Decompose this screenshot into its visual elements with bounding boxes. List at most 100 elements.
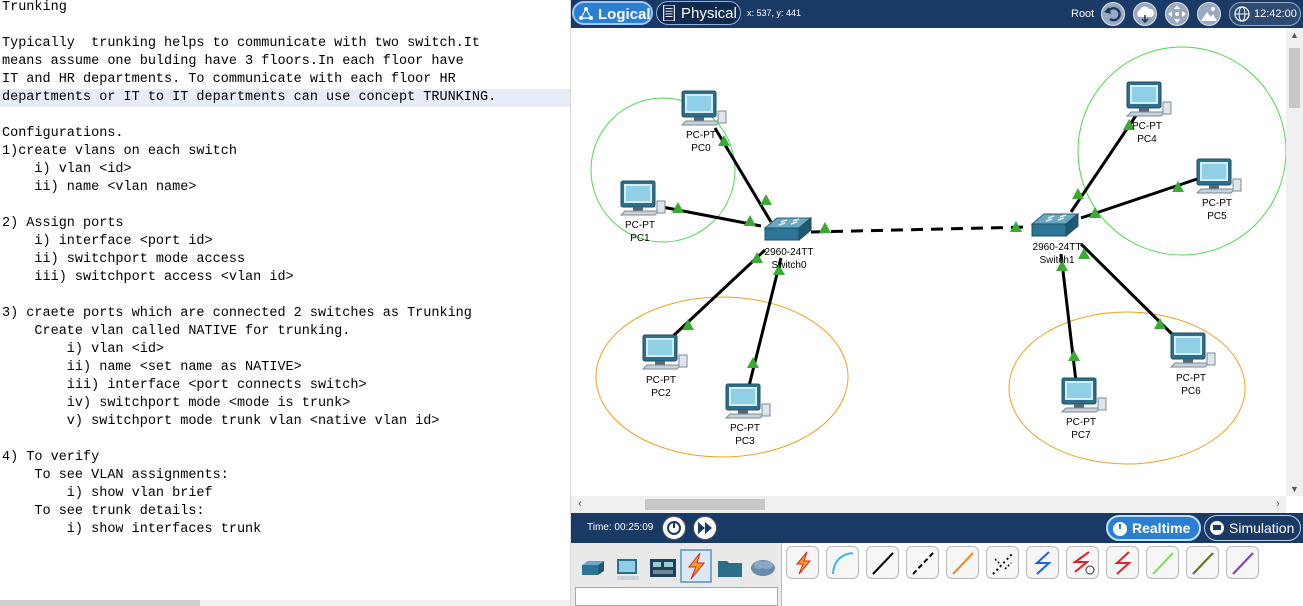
pc2[interactable] xyxy=(642,334,688,370)
cursor-coordinates: x: 537, y: 441 xyxy=(747,8,802,18)
pc6-type-label: PC-PT xyxy=(1176,373,1206,384)
pc4[interactable] xyxy=(1126,81,1172,117)
scroll-down-arrow-icon[interactable]: ▼ xyxy=(1286,482,1303,496)
set-background-icon[interactable] xyxy=(1197,2,1221,26)
copper-cross-over-icon[interactable] xyxy=(906,546,939,579)
pc1[interactable] xyxy=(620,180,666,216)
pc4-type-label: PC-PT xyxy=(1132,121,1162,132)
pc-icon xyxy=(1170,332,1216,368)
scroll-left-arrow-icon[interactable]: ‹ xyxy=(573,496,587,513)
hr-group-ellipse xyxy=(1008,311,1246,465)
pc-icon xyxy=(642,334,688,370)
pc0-name-label: PC0 xyxy=(691,143,711,154)
notes-line: Typically trunking helps to communicate … xyxy=(2,36,480,51)
link-up-indicator xyxy=(760,194,772,205)
scroll-thumb[interactable] xyxy=(645,499,765,510)
fast-forward-icon xyxy=(698,522,712,534)
globe-icon xyxy=(1234,6,1250,22)
pc-icon xyxy=(681,90,727,126)
notes-line: To see trunk details: xyxy=(2,504,205,519)
pc3-type-label: PC-PT xyxy=(730,423,760,434)
scroll-right-arrow-icon[interactable]: › xyxy=(1271,496,1285,513)
pc7[interactable] xyxy=(1061,377,1107,413)
realtime-label: Realtime xyxy=(1132,520,1191,536)
pc-icon xyxy=(1196,158,1242,194)
switch1-name-label: Switch1 xyxy=(1039,255,1074,266)
pc3-name-label: PC3 xyxy=(735,436,755,447)
link-trunk-switch0-switch1[interactable] xyxy=(810,225,1030,234)
pc0[interactable] xyxy=(681,90,727,126)
it-group-circle xyxy=(1077,46,1286,256)
notes-pane[interactable]: Trunking Typically trunking helps to com… xyxy=(0,0,571,606)
switch0-name-label: Switch0 xyxy=(771,260,806,271)
pc6-name-label: PC6 xyxy=(1181,386,1201,397)
device-subcategory-list[interactable] xyxy=(575,587,778,606)
link-pc7-switch1[interactable] xyxy=(1059,253,1079,391)
notes-line: iv) switchport mode <mode is trunk> xyxy=(2,396,351,411)
fast-forward-button[interactable] xyxy=(693,516,717,540)
coaxial-cable-icon[interactable] xyxy=(1026,546,1059,579)
it-group-circle xyxy=(590,97,736,243)
pc5-name-label: PC5 xyxy=(1207,211,1227,222)
topology-diagram[interactable]: 2960-24TT Switch0 2960-24TT Switch1 PC-P… xyxy=(571,28,1286,496)
switch1[interactable] xyxy=(1031,213,1079,237)
logical-workspace[interactable]: 2960-24TT Switch0 2960-24TT Switch1 PC-P… xyxy=(571,28,1286,496)
notes-line: 2) Assign ports xyxy=(2,216,124,231)
notes-line: Configurations. xyxy=(2,126,124,141)
scroll-thumb[interactable] xyxy=(0,600,200,606)
device-palette xyxy=(571,543,1303,606)
notes-line: iii) switchport access <vlan id> xyxy=(2,270,294,285)
realtime-mode-button[interactable]: Realtime xyxy=(1106,515,1201,541)
serial-dte-icon[interactable] xyxy=(1106,546,1139,579)
serial-dce-icon[interactable] xyxy=(1066,546,1099,579)
notes-line: To see VLAN assignments: xyxy=(2,468,229,483)
notes-line: i) vlan <id> xyxy=(2,342,165,357)
link-pc3-switch0[interactable] xyxy=(746,257,783,391)
cluster-icon[interactable] xyxy=(1133,2,1157,26)
link-pc5-switch1[interactable] xyxy=(1080,175,1204,220)
phone-cable-icon[interactable] xyxy=(986,546,1019,579)
physical-tab[interactable]: Physical xyxy=(656,1,741,25)
link-up-indicator xyxy=(1068,350,1080,361)
scroll-thumb[interactable] xyxy=(1289,48,1300,108)
notes-line: ii) switchport mode access xyxy=(2,252,246,267)
workspace-horizontal-scrollbar[interactable]: ‹ › xyxy=(571,496,1286,513)
time-bar: Time: 00:25:09 Realtime Simulation xyxy=(571,513,1303,543)
move-object-icon[interactable] xyxy=(1165,2,1189,26)
pc5[interactable] xyxy=(1196,158,1242,194)
back-icon[interactable] xyxy=(1101,2,1125,26)
pc1-name-label: PC1 xyxy=(630,233,650,244)
pc7-type-label: PC-PT xyxy=(1066,417,1096,428)
simulation-mode-button[interactable]: Simulation xyxy=(1204,515,1301,541)
simulation-icon xyxy=(1210,521,1224,535)
usb-cable-icon[interactable] xyxy=(1226,546,1259,579)
power-cycle-button[interactable] xyxy=(662,516,686,540)
pc1-type-label: PC-PT xyxy=(625,220,655,231)
network-devices-icon[interactable] xyxy=(578,551,608,583)
copper-straight-through-icon[interactable] xyxy=(866,546,899,579)
components-icon[interactable] xyxy=(648,551,678,583)
scroll-up-arrow-icon[interactable]: ▲ xyxy=(1286,28,1303,42)
iot-custom-cable-icon[interactable] xyxy=(1186,546,1219,579)
fiber-icon[interactable] xyxy=(946,546,979,579)
workspace-vertical-scrollbar[interactable]: ▲ ▼ xyxy=(1286,28,1303,496)
miscellaneous-icon[interactable] xyxy=(715,551,745,583)
pc7-name-label: PC7 xyxy=(1071,430,1091,441)
pc6[interactable] xyxy=(1170,332,1216,368)
pc-icon xyxy=(620,180,666,216)
connections-icon[interactable] xyxy=(680,549,712,583)
power-cycle-icon xyxy=(667,521,681,535)
octal-cable-icon[interactable] xyxy=(1146,546,1179,579)
console-cable-icon[interactable] xyxy=(826,546,859,579)
multiuser-icon[interactable] xyxy=(748,551,778,583)
notes-horizontal-scrollbar[interactable] xyxy=(0,600,570,606)
automatic-connection-icon[interactable] xyxy=(786,546,819,579)
connection-types xyxy=(781,543,1303,606)
pc3[interactable] xyxy=(725,383,771,419)
notes-line: 3) craete ports which are connected 2 sw… xyxy=(2,306,472,321)
logical-tab[interactable]: Logical xyxy=(572,1,653,25)
device-categories xyxy=(573,543,778,606)
link-pc1-switch0[interactable] xyxy=(656,204,762,228)
end-devices-icon[interactable] xyxy=(613,551,643,583)
switch1-model-label: 2960-24TT xyxy=(1033,242,1082,253)
